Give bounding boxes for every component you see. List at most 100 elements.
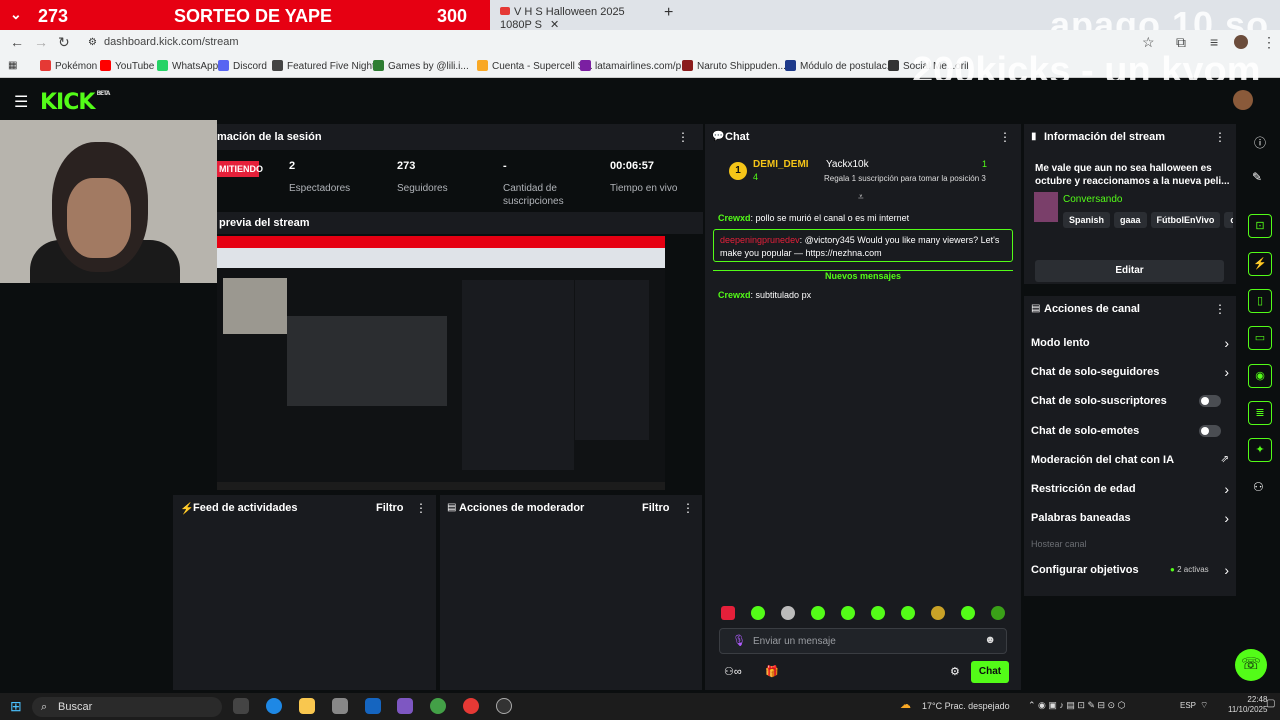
category-thumbnail[interactable] xyxy=(1034,192,1058,222)
kebab-menu-icon[interactable]: ⋮ xyxy=(1214,302,1226,316)
category-link[interactable]: Conversando xyxy=(1063,194,1122,205)
emote-icon[interactable] xyxy=(931,606,945,620)
emote-icon[interactable] xyxy=(901,606,915,620)
bookmark-item[interactable]: Discord xyxy=(218,60,267,72)
mod-filter-button[interactable]: Filtro xyxy=(642,502,670,514)
notifications-icon[interactable]: ▢ xyxy=(1266,698,1275,709)
subs-only-toggle[interactable] xyxy=(1199,395,1221,407)
obs-icon[interactable] xyxy=(496,698,512,714)
lightning-icon[interactable]: ⚡ xyxy=(1248,252,1272,276)
followers-only-row[interactable]: Chat de solo-seguidores › xyxy=(1031,364,1229,380)
bookmark-item[interactable]: Games by @lili.i... xyxy=(373,60,469,72)
profile-avatar[interactable] xyxy=(1234,35,1248,49)
active-tab[interactable]: ⌄ 273 SORTEO DE YAPE 300 xyxy=(0,0,490,30)
chevron-right-icon: › xyxy=(1224,335,1229,351)
copilot-icon[interactable] xyxy=(397,698,413,714)
help-chat-button[interactable]: ☏ xyxy=(1235,649,1267,681)
chat-message: Crewxd: subtitulado px xyxy=(718,290,812,300)
emote-icon[interactable] xyxy=(871,606,885,620)
emote-icon[interactable] xyxy=(811,606,825,620)
emote-icon[interactable] xyxy=(961,606,975,620)
bookmark-item[interactable]: Cuenta - Supercell S... xyxy=(477,60,593,72)
emoji-icon[interactable]: ☻ xyxy=(984,634,996,646)
stream-preview[interactable] xyxy=(217,236,665,490)
bookmark-item[interactable]: Módulo de postulac... xyxy=(785,60,895,72)
bookmark-item[interactable]: Featured Five Night... xyxy=(272,60,383,72)
users-infinity-icon[interactable]: ⚇∞ xyxy=(724,665,742,678)
banned-words-row[interactable]: Palabras baneadas › xyxy=(1031,510,1229,526)
outlook-icon[interactable] xyxy=(365,698,381,714)
age-restriction-row[interactable]: Restricción de edad › xyxy=(1031,481,1229,497)
users-icon[interactable]: ⚇ xyxy=(1253,480,1264,494)
edit-button[interactable]: Editar xyxy=(1035,260,1224,282)
layers-icon[interactable]: ≣ xyxy=(1248,401,1272,425)
second-gifter-name[interactable]: Yackx10k xyxy=(826,159,869,170)
chat-input[interactable]: 🎙 Enviar un mensaje ☻ xyxy=(719,628,1007,654)
crop-icon[interactable]: ⊡ xyxy=(1248,214,1272,238)
bookmark-item[interactable]: Naruto Shippuden... xyxy=(682,60,786,72)
forward-icon[interactable]: → xyxy=(34,34,48,50)
ai-moderation-row[interactable]: Moderación del chat con IA ⇗ xyxy=(1031,454,1229,466)
kebab-menu-icon[interactable]: ⋮ xyxy=(1262,34,1276,51)
bookmark-star-icon[interactable]: ☆ xyxy=(1142,34,1155,51)
tray-icons[interactable]: ⌃ ◉ ▣ ♪ ▤ ⊡ ✎ ⊟ ⊙ ⬡ xyxy=(1028,700,1125,711)
chrome-profile-icon[interactable] xyxy=(463,698,479,714)
kebab-menu-icon[interactable]: ⋮ xyxy=(677,130,689,144)
task-view-icon[interactable] xyxy=(233,698,249,714)
chevron-down-icon[interactable]: ⌄ xyxy=(10,6,22,23)
windows-start-icon[interactable]: ⊞ xyxy=(10,698,22,715)
kebab-menu-icon[interactable]: ⋮ xyxy=(415,501,427,515)
edge-icon[interactable] xyxy=(266,698,282,714)
site-info-icon[interactable]: ⚙ xyxy=(88,37,97,48)
chat-input-placeholder[interactable]: Enviar un mensaje xyxy=(753,636,836,647)
clock[interactable]: 22:48 11/10/2025 xyxy=(1228,695,1267,715)
top-gifter-name[interactable]: DEMI_DEMI xyxy=(753,159,809,170)
bookmark-item[interactable]: WhatsApp xyxy=(157,60,218,72)
bookmark-item[interactable]: Pokémon xyxy=(40,60,97,72)
chat-icon[interactable]: ▭ xyxy=(1248,326,1272,350)
slow-mode-row[interactable]: Modo lento › xyxy=(1031,335,1229,351)
kebab-menu-icon[interactable]: ⋮ xyxy=(1214,130,1226,144)
kick-logo[interactable]: KICK BETA xyxy=(40,90,110,115)
menu-list-icon[interactable]: ≡ xyxy=(1210,34,1218,50)
goals-row[interactable]: Configurar objetivos ● 2 activas › xyxy=(1031,562,1229,578)
bookmark-item[interactable]: YouTube xyxy=(100,60,154,72)
new-tab-button[interactable]: + xyxy=(664,4,673,22)
emote-icon[interactable] xyxy=(841,606,855,620)
language-indicator[interactable]: ESP xyxy=(1180,701,1196,710)
pencil-icon[interactable]: ✎ xyxy=(1252,170,1262,184)
weather-text[interactable]: 17°C Prac. despejado xyxy=(922,701,1010,711)
store-icon[interactable] xyxy=(332,698,348,714)
tab-vhs[interactable]: V H S Halloween 2025 1080P S ✕ xyxy=(500,6,655,31)
back-icon[interactable]: ← xyxy=(10,34,24,50)
gift-icon[interactable]: 🎁 xyxy=(765,665,779,678)
network-icon[interactable]: ⌔ xyxy=(1200,700,1208,711)
wrench-icon[interactable]: ✦ xyxy=(1248,438,1272,462)
emote-icon[interactable] xyxy=(991,606,1005,620)
microphone-icon[interactable]: 🎙 xyxy=(732,634,746,647)
live-badge: MITIENDO xyxy=(217,161,263,177)
feed-filter-button[interactable]: Filtro xyxy=(376,502,404,514)
chrome-icon[interactable] xyxy=(430,698,446,714)
reload-icon[interactable]: ↻ xyxy=(58,34,70,51)
emotes-only-toggle[interactable] xyxy=(1199,425,1221,437)
emote-icon[interactable] xyxy=(751,606,765,620)
file-explorer-icon[interactable] xyxy=(299,698,315,714)
broadcast-icon[interactable]: ◉ xyxy=(1248,364,1272,388)
extensions-icon[interactable]: ⧉ xyxy=(1176,34,1186,51)
emote-icon[interactable] xyxy=(781,606,795,620)
send-chat-button[interactable]: Chat xyxy=(971,661,1009,683)
kebab-menu-icon[interactable]: ⋮ xyxy=(682,501,694,515)
user-avatar[interactable] xyxy=(1233,90,1253,110)
kebab-menu-icon[interactable]: ⋮ xyxy=(999,130,1011,144)
info-circle-icon[interactable]: ⓘ xyxy=(1254,134,1266,151)
url-input[interactable]: dashboard.kick.com/stream xyxy=(104,36,239,48)
bookmark-item[interactable]: latamairlines.com/p... xyxy=(580,60,689,72)
emote-icon[interactable] xyxy=(721,606,735,620)
expand-icon[interactable]: ⩡ xyxy=(858,192,864,203)
apps-grid-icon[interactable]: ▦ xyxy=(8,60,17,71)
hamburger-menu-icon[interactable]: ☰ xyxy=(14,92,28,112)
taskbar-search[interactable]: ⌕ Buscar xyxy=(32,697,222,717)
settings-icon[interactable]: ⚙ xyxy=(950,665,960,678)
document-icon[interactable]: ▯ xyxy=(1248,289,1272,313)
